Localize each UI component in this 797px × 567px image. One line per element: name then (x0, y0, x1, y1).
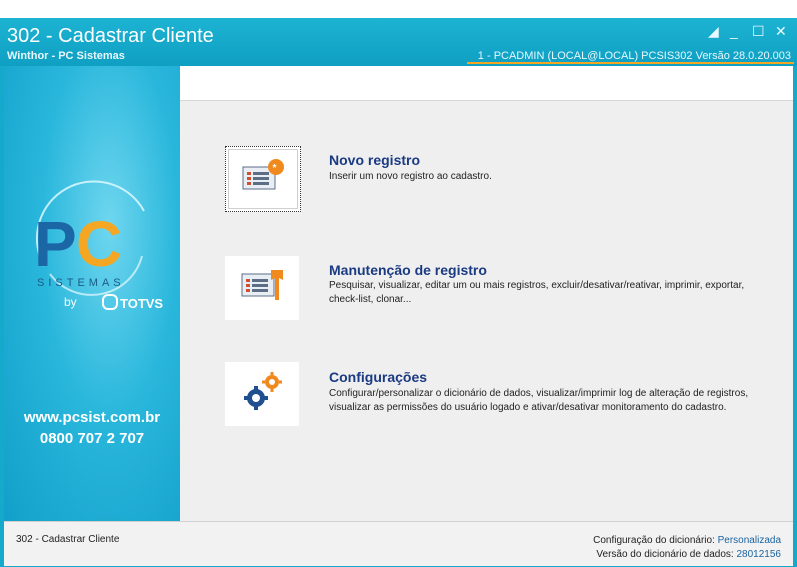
accent-line (467, 62, 794, 64)
logo-letter-p: P (34, 208, 77, 280)
maintenance-description: Pesquisar, visualizar, editar um ou mais… (329, 280, 745, 305)
maintenance-icon (241, 270, 283, 300)
maximize-icon[interactable]: ☐ (752, 24, 765, 38)
dict-config-value: Personalizada (717, 535, 781, 546)
maintenance-button[interactable] (225, 256, 299, 320)
phone-number: 0800 707 2 707 (39, 430, 145, 447)
connection-info: 1 - PCADMIN (LOCAL@LOCAL) PCSIS302 Versã… (477, 50, 791, 62)
header-band (180, 66, 793, 101)
logo-by: by (64, 295, 77, 309)
title-bar[interactable]: 302 - Cadastrar Cliente Winthor - PC Sis… (0, 18, 797, 66)
status-routine: 302 - Cadastrar Cliente (16, 534, 120, 545)
website-url: www.pcsist.com.br (23, 409, 161, 426)
window-title: 302 - Cadastrar Cliente (7, 25, 214, 47)
logo-word: SISTEMAS (37, 277, 125, 289)
status-dictionary-info: Configuração do dicionário: Personalizad… (593, 534, 781, 562)
dict-config-label: Configuração do dicionário: (593, 535, 715, 546)
close-icon[interactable]: ✕ (775, 24, 787, 38)
restore-icon[interactable]: ◢ (708, 24, 719, 38)
settings-description: Configurar/personalizar o dicionário de … (329, 388, 749, 413)
settings-title[interactable]: Configurações (329, 369, 427, 385)
status-bar: 302 - Cadastrar Cliente Configuração do … (4, 521, 793, 566)
minimize-icon[interactable]: _ (730, 24, 738, 38)
totvs-icon (102, 294, 118, 310)
pc-sistemas-logo: P C (34, 180, 145, 296)
svg-text:*: * (273, 163, 277, 174)
settings-button[interactable] (225, 362, 299, 426)
totvs-logo: TOTVS (102, 294, 163, 311)
new-record-button[interactable]: * (225, 146, 301, 212)
dict-version-label: Versão do dicionário de dados: (596, 549, 734, 560)
app-window: 302 - Cadastrar Cliente Winthor - PC Sis… (0, 18, 797, 567)
new-record-icon: * (242, 159, 284, 190)
dict-version-value: 28012156 (736, 549, 782, 560)
gears-icon (244, 372, 282, 410)
window-subtitle: Winthor - PC Sistemas (7, 50, 125, 62)
maintenance-title[interactable]: Manutenção de registro (329, 262, 487, 278)
client-area: P C SISTEMAS by TOTVS www.pcsist.com.br … (4, 66, 793, 566)
totvs-text: TOTVS (120, 296, 164, 311)
new-record-title[interactable]: Novo registro (329, 152, 420, 168)
sidebar-banner: P C SISTEMAS by TOTVS www.pcsist.com.br … (4, 66, 180, 521)
logo-letter-c: C (76, 208, 122, 280)
new-record-description: Inserir um novo registro ao cadastro. (329, 171, 492, 182)
